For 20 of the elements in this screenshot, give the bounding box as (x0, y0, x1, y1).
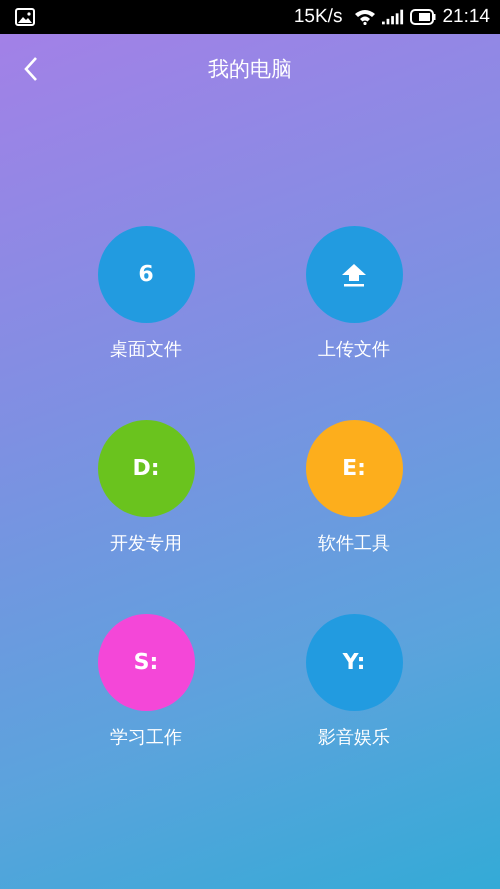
network-speed: 15K/s (294, 6, 342, 28)
wifi-icon (354, 9, 376, 25)
battery-icon (410, 9, 436, 25)
signal-icon (382, 9, 404, 25)
folder-button[interactable]: E: (306, 420, 402, 517)
folder-label: 软件工具 (318, 532, 390, 555)
upload-icon (341, 262, 367, 286)
folder-label: 上传文件 (318, 338, 390, 361)
folder-button[interactable]: D: (98, 420, 194, 517)
folder-label: 桌面文件 (110, 338, 182, 361)
clock: 21:14 (442, 6, 490, 28)
folder-button[interactable]: Y: (306, 614, 402, 711)
page-title: 我的电脑 (208, 56, 292, 83)
image-icon (15, 8, 35, 26)
folder-label: 影音娱乐 (318, 726, 390, 749)
folder-label: 开发专用 (110, 532, 182, 555)
folder-button[interactable]: 6 (98, 226, 194, 323)
folder-label: 学习工作 (110, 726, 182, 749)
folder-button[interactable]: S: (98, 614, 194, 711)
back-icon[interactable] (24, 56, 38, 82)
